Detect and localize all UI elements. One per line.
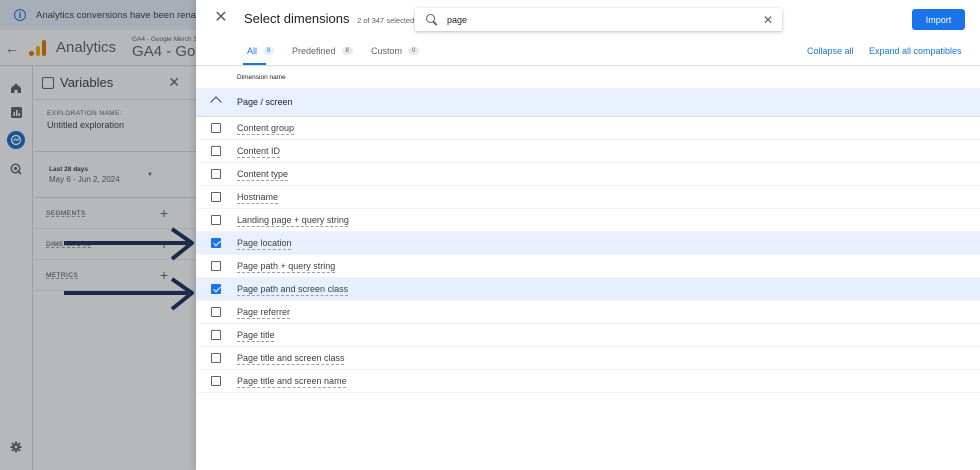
dimension-label: Page location [237,238,292,248]
dimension-label: Landing page + query string [237,215,349,225]
chevron-up-icon[interactable] [210,96,222,108]
dimension-label: Page title and screen name [237,376,347,386]
dimension-row[interactable]: Page title and screen class [196,347,980,370]
tab-all-label: All [247,46,258,56]
checkbox-checked[interactable] [211,284,221,294]
selected-count: 2 of 347 selected [357,16,415,25]
tab-all-count: 8 [263,47,275,55]
dialog-header: ✕ Select dimensions 2 of 347 selected ✕ … [196,0,980,40]
dimension-row[interactable]: Page location [196,232,980,255]
checkbox[interactable] [211,353,221,363]
dimension-row[interactable]: Page title and screen name [196,370,980,393]
collapse-all-link[interactable]: Collapse all [807,46,854,56]
clear-search-icon[interactable]: ✕ [763,13,773,27]
checkbox[interactable] [211,123,221,133]
tab-custom-label: Custom [371,46,403,56]
dimension-label: Page title [237,330,275,340]
checkbox[interactable] [211,192,221,202]
dimension-row[interactable]: Content ID [196,140,980,163]
select-dimensions-dialog: ✕ Select dimensions 2 of 347 selected ✕ … [196,0,980,470]
tab-predefined-label: Predefined [292,46,336,56]
dimension-label: Content type [237,169,289,179]
dimension-list: Content group Content ID Content type Hostn… [196,117,980,393]
dimension-row[interactable]: Hostname [196,186,980,209]
search-box: ✕ [415,8,782,31]
annotation-arrow-icon [64,277,194,311]
dimension-row[interactable]: Page referrer [196,301,980,324]
tab-predefined-count: 8 [341,47,353,55]
tab-predefined[interactable]: Predefined 8 [292,46,353,56]
close-dialog-icon[interactable]: ✕ [213,10,229,26]
dimension-row[interactable]: Page title [196,324,980,347]
group-label: Page / screen [237,97,293,107]
dimension-row[interactable]: Page path + query string [196,255,980,278]
dialog-title-text: Select dimensions [244,11,350,26]
active-tab-indicator [243,63,266,65]
checkbox[interactable] [211,261,221,271]
checkbox[interactable] [211,330,221,340]
checkbox[interactable] [211,146,221,156]
checkbox-checked[interactable] [211,238,221,248]
dimension-label: Page title and screen class [237,353,345,363]
expand-all-compatibles-link[interactable]: Expand all compatibles [869,46,962,56]
annotation-arrow-icon [64,227,194,261]
search-input[interactable] [447,14,737,25]
filter-tabs: All 8 Predefined 8 Custom 0 [196,40,980,66]
tab-custom[interactable]: Custom 0 [371,46,420,56]
dimension-row[interactable]: Content type [196,163,980,186]
dimension-row[interactable]: Landing page + query string [196,209,980,232]
dialog-title: Select dimensions 2 of 347 selected [244,11,414,26]
dimension-label: Hostname [237,192,279,202]
dimension-row[interactable]: Page path and screen class [196,278,980,301]
dimension-row[interactable]: Content group [196,117,980,140]
tab-custom-count: 0 [408,47,420,55]
search-icon [426,13,438,26]
page-screen-group[interactable]: Page / screen [196,88,980,117]
dimension-label: Page path and screen class [237,284,349,294]
checkbox[interactable] [211,215,221,225]
checkbox[interactable] [211,376,221,386]
checkbox[interactable] [211,169,221,179]
column-header: Dimension name [237,74,286,81]
dimension-label: Content ID [237,146,281,156]
checkbox[interactable] [211,307,221,317]
import-button[interactable]: Import [912,9,965,30]
dimension-label: Page path + query string [237,261,336,271]
dimension-label: Content group [237,123,295,133]
tab-all[interactable]: All 8 [247,46,275,56]
dimension-label: Page referrer [237,307,291,317]
